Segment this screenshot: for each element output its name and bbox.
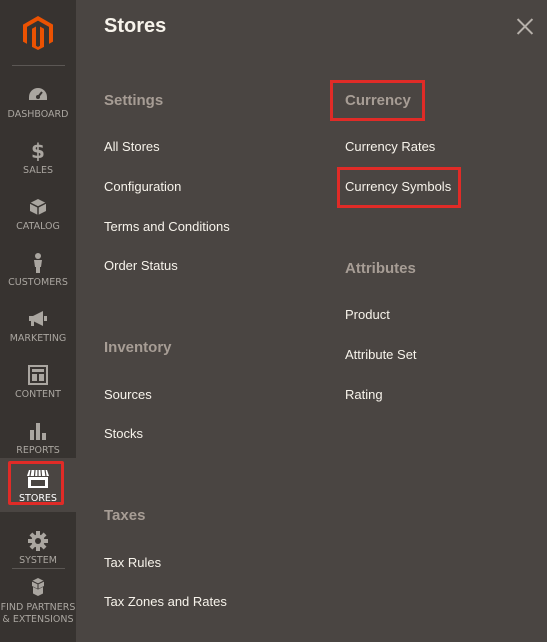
menu-link-tax-zones-and-rates[interactable]: Tax Zones and Rates <box>104 594 227 609</box>
sidebar-divider <box>12 65 65 66</box>
svg-text:$: $ <box>31 141 45 161</box>
sidebar-item-label: & EXTENSIONS <box>2 614 74 625</box>
bar-chart-icon <box>27 420 49 442</box>
menu-link-currency-rates[interactable]: Currency Rates <box>345 139 435 154</box>
section-heading-taxes: Taxes <box>104 507 146 524</box>
menu-link-sources[interactable]: Sources <box>104 387 152 402</box>
sidebar-item-sales[interactable]: $ SALES <box>0 130 76 186</box>
menu-link-order-status[interactable]: Order Status <box>104 258 178 273</box>
sidebar-item-label: REPORTS <box>16 445 60 456</box>
menu-link-configuration[interactable]: Configuration <box>104 179 181 194</box>
menu-link-attribute-set[interactable]: Attribute Set <box>345 347 417 362</box>
sidebar-item-label: SALES <box>22 165 54 176</box>
dollar-icon: $ <box>27 140 49 162</box>
sidebar-item-customers[interactable]: CUSTOMERS <box>0 242 76 298</box>
magento-logo-icon <box>23 16 53 50</box>
sidebar-item-dashboard[interactable]: DASHBOARD <box>0 74 76 130</box>
layout-icon <box>27 364 49 386</box>
gear-icon <box>27 530 49 552</box>
magento-logo[interactable] <box>0 0 76 66</box>
sidebar-item-find-partners[interactable]: FIND PARTNERS & EXTENSIONS <box>0 574 76 642</box>
close-icon[interactable] <box>514 16 536 38</box>
sidebar-item-catalog[interactable]: CATALOG <box>0 186 76 242</box>
sidebar-item-marketing[interactable]: MARKETING <box>0 298 76 354</box>
dashboard-icon <box>27 84 49 106</box>
sidebar-item-label: MARKETING <box>9 333 67 344</box>
sidebar-item-label: DASHBOARD <box>7 109 69 120</box>
sidebar-item-label: CONTENT <box>15 389 61 400</box>
sidebar-item-stores[interactable]: STORES <box>0 458 76 512</box>
menu-link-product[interactable]: Product <box>345 307 390 322</box>
megaphone-icon <box>27 308 49 330</box>
sidebar-item-label: SYSTEM <box>19 555 57 566</box>
page-title: Stores <box>104 15 167 37</box>
sidebar-item-content[interactable]: CONTENT <box>0 354 76 410</box>
sidebar-divider <box>12 568 65 569</box>
section-heading-settings: Settings <box>104 92 164 109</box>
menu-link-currency-symbols[interactable]: Currency Symbols <box>345 179 451 194</box>
section-heading-attributes: Attributes <box>345 260 416 277</box>
storefront-icon <box>27 468 49 490</box>
menu-link-all-stores[interactable]: All Stores <box>104 139 160 154</box>
section-heading-currency: Currency <box>345 92 411 109</box>
blocks-icon <box>27 576 49 598</box>
menu-link-stocks[interactable]: Stocks <box>104 426 143 441</box>
person-icon <box>27 252 49 274</box>
sidebar-item-label: CUSTOMERS <box>8 277 68 288</box>
box-icon <box>27 196 49 218</box>
sidebar-item-label: CATALOG <box>16 221 60 232</box>
menu-link-rating[interactable]: Rating <box>345 387 383 402</box>
menu-link-tax-rules[interactable]: Tax Rules <box>104 555 161 570</box>
menu-link-terms-and-conditions[interactable]: Terms and Conditions <box>104 219 230 234</box>
admin-sidebar: DASHBOARD $ SALES CATALOG CUSTOMERS MARK… <box>0 0 76 642</box>
sidebar-item-label: STORES <box>19 493 57 504</box>
sidebar-item-label: FIND PARTNERS <box>0 602 76 613</box>
section-heading-inventory: Inventory <box>104 339 172 356</box>
